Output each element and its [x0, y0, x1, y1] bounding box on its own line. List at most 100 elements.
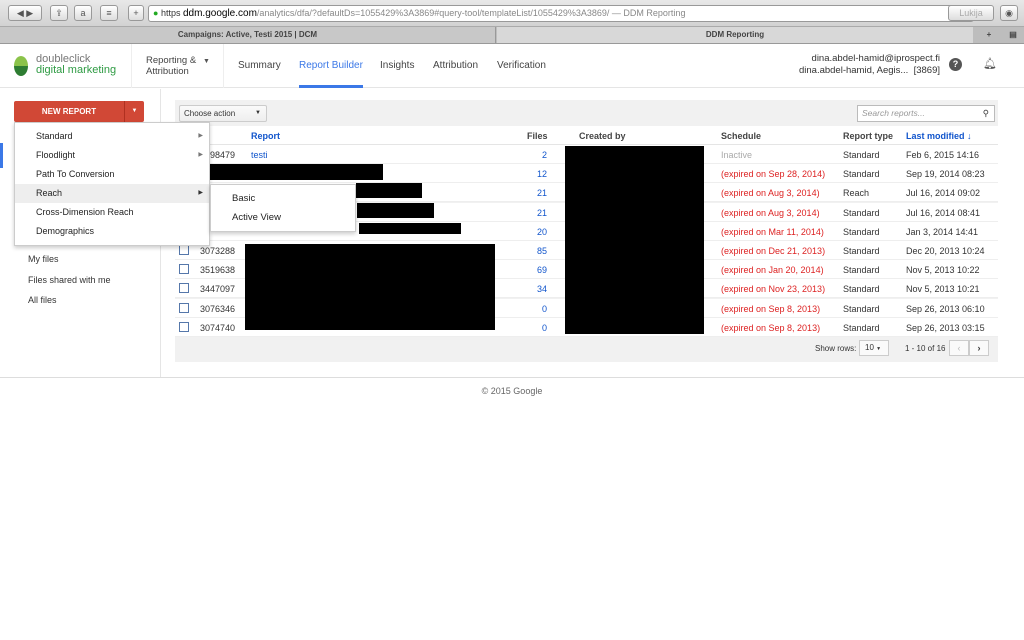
last-modified: Feb 6, 2015 14:16: [906, 150, 980, 160]
product-switcher[interactable]: Reporting & Attribution: [146, 55, 196, 77]
menu-item-cross-dimension-reach[interactable]: Cross-Dimension Reach: [15, 203, 209, 222]
files-link[interactable]: 34: [537, 284, 547, 294]
files-link[interactable]: 69: [537, 265, 547, 275]
files-link[interactable]: 0: [542, 304, 547, 314]
col-created-by[interactable]: Created by: [579, 131, 626, 141]
col-schedule[interactable]: Schedule: [721, 131, 761, 141]
choose-action-select[interactable]: Choose action ▼: [179, 105, 267, 122]
doubleclick-logo-icon: [14, 56, 28, 76]
tab-ddm-reporting[interactable]: DDM Reporting: [497, 27, 973, 43]
schedule-status: (expired on Sep 28, 2014): [721, 169, 826, 180]
url-host: ddm.google.com: [182, 8, 257, 19]
row-checkbox[interactable]: [179, 321, 189, 332]
files-link[interactable]: 12: [537, 169, 547, 179]
tab-campaigns[interactable]: Campaigns: Active, Testi 2015 | DCM: [0, 27, 496, 43]
browser-search[interactable]: Lukija: [948, 5, 994, 21]
show-rows-label: Show rows:: [815, 344, 857, 353]
url-scheme: https: [160, 8, 181, 18]
menu-item-path-to-conversion[interactable]: Path To Conversion: [15, 165, 209, 184]
files-link[interactable]: 2: [542, 150, 547, 160]
menu-label: Floodlight: [36, 150, 76, 160]
address-bar[interactable]: ● https ddm.google.com/analytics/dfa/?de…: [148, 5, 974, 22]
redaction: [245, 244, 495, 330]
sidebar-item-all-files[interactable]: All files: [28, 295, 57, 305]
search-reports-input[interactable]: Search reports... ⚲: [857, 105, 995, 122]
rows-value: 10: [865, 343, 874, 352]
back-forward-buttons[interactable]: ◀ ▶: [8, 5, 42, 21]
add-tab-icon[interactable]: +: [128, 5, 144, 21]
user-account: dina.abdel-hamid, Aegis... [3869]: [798, 65, 940, 76]
amazon-icon[interactable]: a: [74, 5, 92, 21]
files-link[interactable]: 21: [537, 208, 547, 218]
report-id: 3074740: [200, 322, 236, 333]
logo-text[interactable]: doubleclick digital marketing: [36, 54, 116, 76]
redaction: [356, 183, 422, 198]
redaction: [359, 223, 461, 234]
col-report[interactable]: Report: [251, 131, 280, 141]
report-name-link[interactable]: testi: [251, 150, 268, 160]
schedule-status: (expired on Aug 3, 2014): [721, 207, 820, 218]
share-icon[interactable]: ⇪: [50, 5, 68, 21]
nav-verification[interactable]: Verification: [497, 60, 546, 71]
downloads-icon[interactable]: ◉: [1000, 5, 1018, 21]
menu-item-standard[interactable]: Standard ▶: [15, 127, 209, 146]
next-page-button[interactable]: ›: [969, 340, 989, 356]
col-files[interactable]: Files: [527, 131, 548, 141]
menu-item-reach[interactable]: Reach ▶: [15, 184, 209, 203]
sidebar-item-shared-files[interactable]: Files shared with me: [28, 275, 111, 285]
reader-icon[interactable]: ≡: [100, 5, 118, 21]
files-link[interactable]: 85: [537, 246, 547, 256]
nav-attribution[interactable]: Attribution: [433, 60, 478, 71]
col-last-modified[interactable]: Last modified ↓: [906, 131, 972, 141]
row-checkbox[interactable]: [179, 264, 189, 275]
files-link[interactable]: 21: [537, 188, 547, 198]
menu-label: Reach: [36, 188, 63, 198]
search-icon[interactable]: ⚲: [983, 106, 989, 121]
chevron-down-icon[interactable]: ▼: [203, 58, 210, 65]
logo-line2: digital marketing: [36, 64, 117, 76]
report-type: Standard: [843, 303, 880, 314]
schedule-status: (expired on Dec 21, 2013): [721, 246, 826, 256]
help-icon[interactable]: ?: [949, 58, 962, 71]
report-type: Standard: [843, 150, 880, 160]
row-checkbox[interactable]: [179, 245, 189, 255]
row-checkbox[interactable]: [179, 283, 189, 294]
last-modified: Nov 5, 2013 10:21: [906, 284, 980, 295]
new-report-button[interactable]: NEW REPORT: [14, 101, 124, 122]
nav-summary[interactable]: Summary: [238, 60, 281, 71]
new-report-dropdown-toggle[interactable]: ▼: [124, 101, 144, 122]
submenu-item-basic[interactable]: Basic: [211, 189, 355, 208]
last-modified: Dec 20, 2013 10:24: [906, 246, 985, 256]
new-tab-icon[interactable]: +: [980, 27, 998, 43]
user-email: dina.abdel-hamid@iprospect.fi: [811, 53, 940, 64]
redaction: [565, 146, 704, 334]
chevron-down-icon: ▼: [876, 346, 882, 352]
chevron-down-icon: ▼: [255, 110, 261, 116]
prev-page-button[interactable]: ‹: [949, 340, 969, 356]
tab-overview-icon[interactable]: ▤: [1004, 27, 1022, 43]
col-report-type[interactable]: Report type: [843, 131, 893, 141]
new-report-menu: Standard ▶ Floodlight ▶ Path To Conversion…: [14, 122, 210, 246]
submenu-arrow-icon: ▶: [198, 133, 203, 139]
account-info[interactable]: dina.abdel-hamid@iprospect.fi dina.abdel-…: [799, 53, 940, 77]
schedule-status: (expired on Nov 23, 2013): [721, 284, 826, 295]
row-checkbox[interactable]: [179, 302, 189, 313]
schedule-status: Inactive: [721, 150, 753, 160]
reach-submenu: Basic Active View: [210, 184, 356, 232]
submenu-arrow-icon: ▶: [198, 190, 203, 196]
menu-item-floodlight[interactable]: Floodlight ▶: [15, 146, 209, 165]
notifications-bell-icon[interactable]: 🔔︎: [983, 57, 997, 70]
files-link[interactable]: 20: [537, 227, 547, 237]
menu-item-demographics[interactable]: Demographics: [15, 222, 209, 241]
submenu-item-active-view[interactable]: Active View: [211, 208, 355, 227]
last-modified: Sep 26, 2013 06:10: [906, 303, 985, 314]
report-id: 3447097: [200, 284, 236, 295]
footer: © 2015 Google: [0, 377, 1024, 396]
sidebar-item-my-files[interactable]: My files: [28, 254, 59, 264]
nav-insights[interactable]: Insights: [380, 60, 414, 71]
nav-report-builder[interactable]: Report Builder: [299, 60, 363, 88]
redaction: [209, 164, 383, 180]
files-link[interactable]: 0: [542, 323, 547, 333]
rows-per-page-select[interactable]: 10 ▼: [859, 340, 889, 356]
product-line1: Reporting &: [146, 55, 197, 66]
